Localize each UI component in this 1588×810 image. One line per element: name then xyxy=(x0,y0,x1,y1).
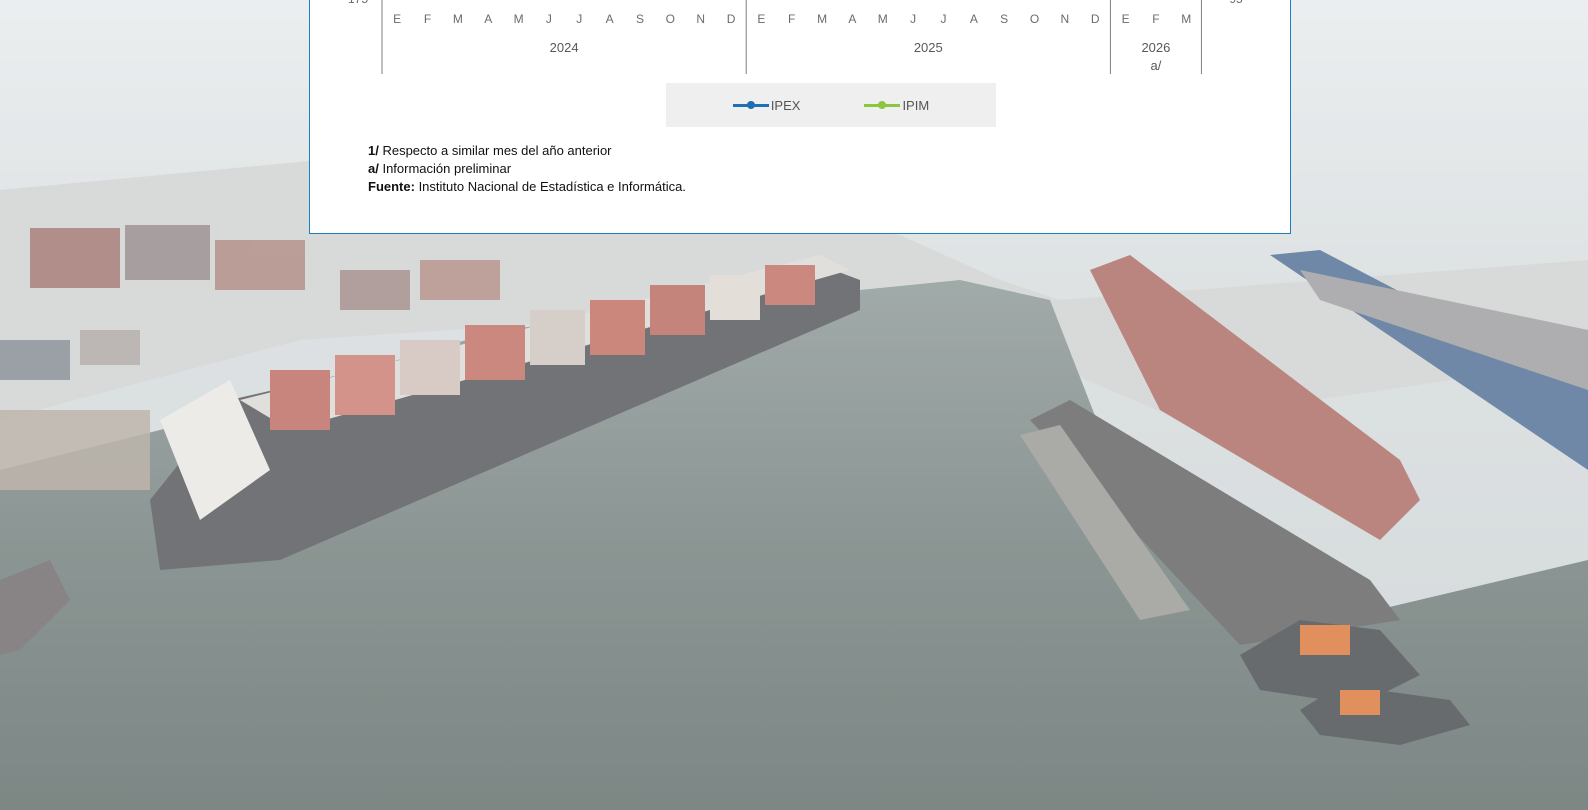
legend-swatch-ipim xyxy=(864,101,901,109)
chart-card: 175 95 E F M A M J J A S O N D E F M A M J J A S O N D E F M 2024 2025… xyxy=(309,0,1291,234)
x-tick-label: D xyxy=(1091,12,1100,26)
note-a: a/ Información preliminar xyxy=(368,161,512,176)
legend-label-ipex: IPEX xyxy=(770,97,801,113)
legend-swatch-ipex xyxy=(732,101,769,109)
legend-item-ipex: IPEX xyxy=(732,97,801,113)
chart-legend: IPEX IPIM xyxy=(666,83,996,127)
x-tick-label: F xyxy=(1152,12,1159,26)
right-axis-tick-label: 95 xyxy=(1229,0,1243,6)
x-tick-label: A xyxy=(970,12,978,26)
chart-notes: 1/ Respecto a similar mes del año anteri… xyxy=(368,142,686,196)
x-tick-label: F xyxy=(424,12,431,26)
year-group-label: 2025 xyxy=(914,40,943,55)
x-tick-label: M xyxy=(1181,12,1191,26)
legend-item-ipim: IPIM xyxy=(864,98,929,113)
x-tick-label: E xyxy=(1122,12,1130,26)
note-source: Fuente: Instituto Nacional de Estadístic… xyxy=(368,179,686,194)
x-tick-label: S xyxy=(636,12,644,26)
x-tick-label: J xyxy=(940,12,946,26)
x-tick-label: N xyxy=(1061,12,1070,26)
x-tick-label: O xyxy=(1030,12,1039,26)
x-tick-label: J xyxy=(576,12,582,26)
x-tick-label: M xyxy=(514,12,524,26)
left-axis-tick-label: 175 xyxy=(348,0,368,6)
x-tick-label: S xyxy=(1000,12,1008,26)
note-1: 1/ Respecto a similar mes del año anteri… xyxy=(368,143,612,158)
legend-label-ipim: IPIM xyxy=(902,97,930,113)
x-tick-label: E xyxy=(393,12,401,26)
x-axis-group: 175 95 E F M A M J J A S O N D E F M A M J J A S O N D E F M 2024 2025… xyxy=(348,0,1243,74)
x-tick-label: J xyxy=(910,12,916,26)
year-group-label: 2024 xyxy=(550,40,579,55)
x-tick-label: M xyxy=(817,12,827,26)
x-tick-label: D xyxy=(727,12,736,26)
x-tick-label: A xyxy=(606,12,614,26)
x-tick-label: A xyxy=(484,12,492,26)
year-group-label: 2026 xyxy=(1141,40,1170,55)
x-tick-label: E xyxy=(757,12,765,26)
year-group-note: a/ xyxy=(1151,58,1162,73)
x-tick-label: F xyxy=(788,12,795,26)
x-tick-label: N xyxy=(696,12,705,26)
x-tick-label: A xyxy=(848,12,856,26)
x-tick-label: M xyxy=(453,12,463,26)
x-tick-label: J xyxy=(546,12,552,26)
x-tick-label: O xyxy=(666,12,675,26)
x-tick-label: M xyxy=(878,12,888,26)
